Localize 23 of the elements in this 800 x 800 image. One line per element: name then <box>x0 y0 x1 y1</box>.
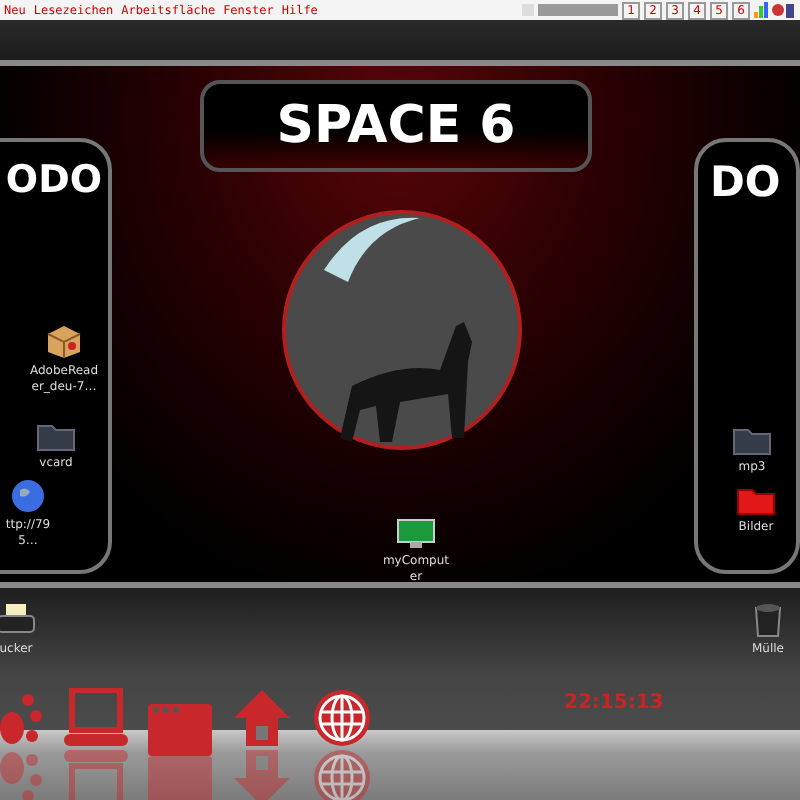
reflection-icon <box>148 756 212 800</box>
panel-title: ODO <box>5 158 102 202</box>
reflection-icon <box>0 748 44 800</box>
reflection-icon <box>64 748 128 800</box>
reflection-icon <box>232 748 292 800</box>
tray-icon[interactable] <box>772 2 796 18</box>
folder-icon <box>36 422 76 452</box>
bar-chart-icon[interactable] <box>754 2 768 18</box>
package-icon <box>44 324 84 360</box>
monitor-icon <box>396 518 436 550</box>
paw-icon[interactable] <box>0 688 44 748</box>
globe-icon[interactable] <box>312 688 372 748</box>
reflection-icon <box>312 748 372 800</box>
clock: 22:15:13 <box>564 692 664 714</box>
house-icon[interactable] <box>232 688 292 748</box>
printer-icon <box>0 602 36 638</box>
laptop-icon[interactable] <box>64 688 128 748</box>
desktop-title: SPACE 6 <box>200 80 592 172</box>
folder-icon <box>732 426 772 456</box>
trash-icon <box>752 602 784 638</box>
folder-icon <box>736 486 776 516</box>
panel-title: DO <box>710 158 781 206</box>
globe-icon <box>10 478 46 514</box>
